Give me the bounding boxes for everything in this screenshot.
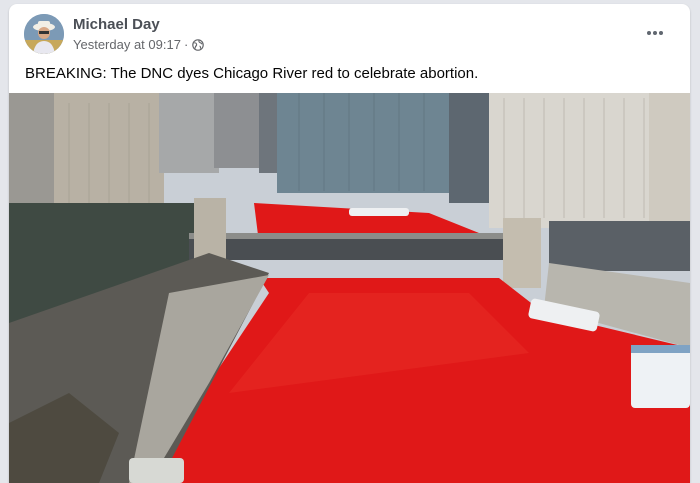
bridge-rail <box>189 233 519 239</box>
avatar-image <box>24 14 64 54</box>
more-options-icon <box>647 31 663 35</box>
meta-separator: · <box>183 37 189 52</box>
post-card: Michael Day Yesterday at 09:17 · BREAKIN… <box>9 4 690 483</box>
globe-icon <box>192 38 205 51</box>
tour-boat-2-roof <box>631 345 690 353</box>
author-name[interactable]: Michael Day <box>73 16 160 33</box>
post-text: BREAKING: The DNC dyes Chicago River red… <box>25 65 479 82</box>
more-options-button[interactable] <box>644 22 666 44</box>
right-crowd <box>549 221 690 271</box>
post-meta: Yesterday at 09:17 · <box>73 37 205 52</box>
avatar[interactable] <box>24 14 64 54</box>
bridge <box>189 238 519 260</box>
tour-boat-2 <box>631 348 690 408</box>
post-photo[interactable] <box>9 93 690 483</box>
boat-far <box>349 208 409 216</box>
bridge-tower-right <box>503 218 541 288</box>
tour-boat-3 <box>129 458 184 483</box>
post-timestamp[interactable]: Yesterday at 09:17 <box>73 37 181 52</box>
